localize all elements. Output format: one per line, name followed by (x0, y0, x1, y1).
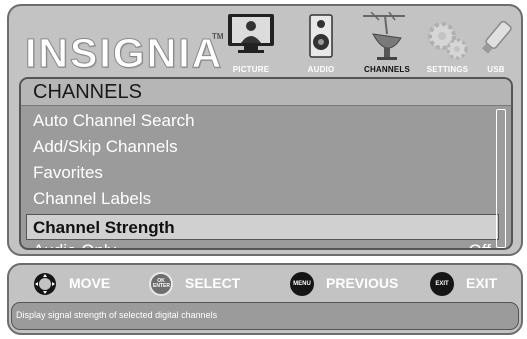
menu-header: CHANNELS (21, 79, 511, 106)
audio-only-value: Off (469, 238, 491, 248)
menu-item-channel-strength[interactable]: Channel Strength (26, 214, 499, 240)
menu-title: CHANNELS (33, 81, 142, 103)
menu-item-favorites[interactable]: Favorites (33, 160, 491, 186)
ok-enter-icon: OK ENTER (149, 272, 173, 296)
speaker-icon (309, 14, 333, 58)
tab-usb[interactable]: USB (475, 12, 517, 78)
menu-button-icon: MENU (290, 272, 314, 296)
select-label: SELECT (185, 275, 241, 291)
tab-picture[interactable]: PICTURE (222, 12, 280, 78)
menu-item-label: Favorites (33, 163, 103, 182)
tv-picture-icon (228, 14, 274, 53)
menu-item-label: Audio Only (33, 241, 116, 248)
tab-label-picture: PICTURE (232, 65, 270, 74)
scrollbar[interactable] (496, 109, 506, 248)
help-box: Display signal strength of selected digi… (11, 302, 519, 330)
tab-audio[interactable]: AUDIO (296, 12, 346, 78)
gears-icon (427, 22, 467, 60)
menu-item-audio-only[interactable]: Audio Only Off (33, 238, 491, 248)
insignia-logo: INSIGNIA (24, 30, 224, 77)
menu-item-auto-channel-search[interactable]: Auto Channel Search (33, 108, 491, 134)
menu-item-channel-labels[interactable]: Channel Labels (33, 186, 491, 212)
satellite-dish-icon (363, 12, 405, 60)
main-menu-panel: INSIGNIA TM PICTURE AUDIO CHANNELS SETTI… (7, 4, 523, 256)
tab-label-settings: SETTINGS (426, 65, 469, 74)
tab-channels[interactable]: CHANNELS (353, 12, 421, 78)
exit-button-icon: EXIT (430, 272, 454, 296)
menu-item-label: Auto Channel Search (33, 111, 195, 130)
previous-label: PREVIOUS (326, 275, 399, 291)
menu-item-add-skip-channels[interactable]: Add/Skip Channels (33, 134, 491, 160)
tab-label-audio: AUDIO (307, 65, 335, 74)
exit-label: EXIT (466, 275, 498, 291)
move-label: MOVE (69, 275, 111, 291)
menu-item-label: Channel Labels (33, 189, 152, 208)
channels-menu-list: CHANNELS Auto Channel Search Add/Skip Ch… (19, 77, 513, 250)
control-bar: MOVE OK ENTER SELECT MENU PREVIOUS EXIT … (7, 263, 523, 335)
usb-drive-icon (482, 20, 512, 54)
tab-label-channels: CHANNELS (363, 65, 411, 74)
help-text: Display signal strength of selected digi… (16, 310, 218, 320)
tab-label-usb: USB (487, 65, 505, 74)
tab-settings[interactable]: SETTINGS (420, 12, 475, 78)
dpad-icon (34, 273, 56, 295)
menu-item-label: Add/Skip Channels (33, 137, 178, 156)
menu-item-label: Channel Strength (33, 218, 175, 237)
